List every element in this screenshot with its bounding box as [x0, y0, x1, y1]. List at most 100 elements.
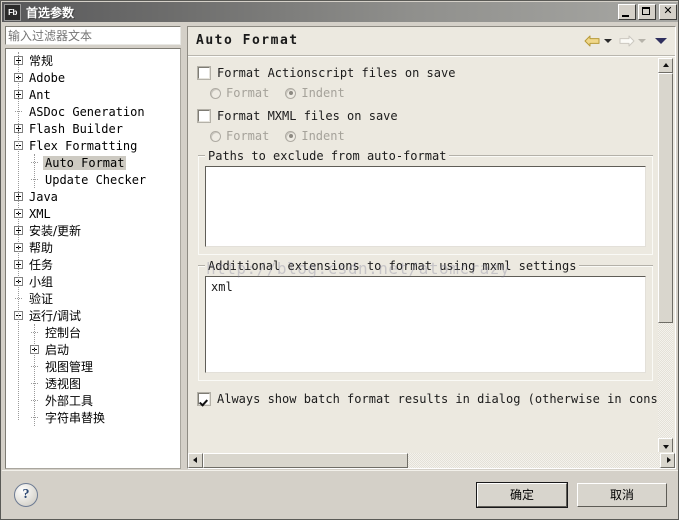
content-horizontal-scrollbar[interactable]	[188, 452, 675, 468]
page-title: Auto Format	[196, 33, 299, 48]
horizontal-scroll-track[interactable]	[203, 452, 660, 468]
sidebar-item-label: 验证	[29, 292, 54, 306]
flash-builder-app-icon: Fb	[4, 3, 21, 21]
format-mxml-on-save-row[interactable]: Format MXML files on save	[197, 107, 653, 125]
preferences-dialog: Fb 首选参数 ✕ 常规 Adobe Ant ASDoc Generation Flas…	[0, 0, 679, 520]
sidebar-item[interactable]: 帮助	[6, 239, 180, 256]
sidebar-item-label: Update Checker	[45, 172, 147, 187]
sidebar-item-label: Auto Format	[43, 155, 127, 170]
help-icon[interactable]: ?	[14, 482, 38, 507]
sidebar-item[interactable]: 启动	[6, 341, 180, 358]
horizontal-scroll-thumb[interactable]	[203, 452, 408, 468]
sidebar-item[interactable]: 任务	[6, 256, 180, 273]
vertical-scroll-track[interactable]	[658, 73, 673, 438]
sidebar-item-label: 常规	[29, 54, 54, 68]
preferences-sidebar: 常规 Adobe Ant ASDoc Generation Flash Builder F…	[5, 26, 181, 469]
sidebar-item-label: Flex Formatting	[29, 138, 138, 153]
sidebar-item[interactable]: 小组	[6, 273, 180, 290]
sidebar-item[interactable]: 视图管理	[6, 358, 180, 375]
format-actionscript-on-save-row[interactable]: Format Actionscript files on save	[197, 64, 653, 82]
forward-arrow-icon	[619, 35, 635, 46]
batch-results-checkbox[interactable]	[197, 392, 211, 406]
tree-guide-line	[34, 324, 35, 426]
format-actionscript-on-save-label: Format Actionscript files on save	[217, 66, 456, 80]
additional-extensions-textarea[interactable]: xml	[205, 276, 646, 373]
scroll-right-button[interactable]	[660, 452, 675, 468]
sidebar-item-label: ASDoc Generation	[29, 104, 145, 119]
tree-guide-line	[34, 154, 35, 188]
sidebar-item[interactable]: XML	[6, 205, 180, 222]
maximize-button[interactable]	[638, 4, 656, 20]
actionscript-format-radio-label: Format	[226, 86, 270, 100]
window-title: 首选参数	[26, 5, 75, 20]
page-menu-chevron-down-icon[interactable]	[655, 37, 667, 44]
header-separator	[188, 55, 675, 57]
exclude-paths-textarea[interactable]	[205, 166, 646, 247]
sidebar-item[interactable]: 常规	[6, 52, 180, 69]
close-button[interactable]: ✕	[659, 4, 677, 20]
sidebar-item-label: 运行/调试	[29, 309, 82, 323]
mxml-mode-radio-group: Format Indent	[198, 127, 653, 145]
filter-input[interactable]	[5, 26, 181, 45]
sidebar-item-label: 安装/更新	[29, 224, 82, 238]
sidebar-item[interactable]: 验证	[6, 290, 180, 307]
sidebar-item[interactable]: Flex Formatting	[6, 137, 180, 154]
cancel-button[interactable]: 取消	[577, 482, 667, 507]
sidebar-item[interactable]: Adobe	[6, 69, 180, 86]
preferences-tree[interactable]: 常规 Adobe Ant ASDoc Generation Flash Builder F…	[5, 48, 181, 469]
mxml-format-radio	[210, 130, 221, 142]
scroll-up-button[interactable]	[658, 58, 673, 73]
sidebar-item-label: 帮助	[29, 241, 54, 255]
forward-history-chevron-down-icon	[638, 38, 646, 43]
batch-results-row[interactable]: Always show batch format results in dial…	[197, 390, 661, 408]
format-mxml-on-save-checkbox[interactable]	[197, 109, 211, 123]
sidebar-item[interactable]: Java	[6, 188, 180, 205]
sidebar-item-label: 小组	[29, 275, 54, 289]
sidebar-item-label: 字符串替换	[45, 411, 106, 425]
back-arrow-icon[interactable]	[584, 34, 601, 48]
page-content: Format Actionscript files on save Format…	[188, 58, 661, 453]
dialog-footer: ? 确定 取消	[2, 470, 678, 518]
sidebar-item[interactable]: Flash Builder	[6, 120, 180, 137]
format-mxml-on-save-label: Format MXML files on save	[217, 109, 398, 123]
title-bar: Fb 首选参数 ✕	[2, 2, 678, 22]
sidebar-item-label: XML	[29, 206, 51, 221]
sidebar-item-label: 控制台	[45, 326, 82, 340]
mxml-indent-radio-label: Indent	[301, 129, 345, 143]
additional-extensions-group: Additional extensions to format using mx…	[198, 259, 653, 381]
sidebar-item-label: Java	[29, 189, 58, 204]
exclude-paths-group-title: Paths to exclude from auto-format	[205, 149, 450, 163]
sidebar-item-label: 视图管理	[45, 360, 94, 374]
sidebar-item[interactable]: 控制台	[6, 324, 180, 341]
content-vertical-scrollbar[interactable]	[658, 58, 673, 453]
sidebar-item-label: Ant	[29, 87, 51, 102]
sidebar-item[interactable]: Ant	[6, 86, 180, 103]
mxml-indent-radio	[285, 130, 297, 142]
mxml-format-radio-label: Format	[226, 129, 270, 143]
sidebar-item[interactable]: Update Checker	[6, 171, 180, 188]
sidebar-item[interactable]: ASDoc Generation	[6, 103, 180, 120]
sidebar-item[interactable]: 外部工具	[6, 392, 180, 409]
ok-button[interactable]: 确定	[476, 481, 568, 508]
vertical-scroll-thumb[interactable]	[658, 73, 673, 323]
sidebar-item-label: 透视图	[45, 377, 82, 391]
actionscript-indent-radio-label: Indent	[301, 86, 345, 100]
actionscript-format-radio	[210, 87, 221, 99]
format-actionscript-on-save-checkbox[interactable]	[197, 66, 211, 80]
scroll-left-button[interactable]	[188, 452, 203, 468]
sidebar-item[interactable]: 运行/调试	[6, 307, 180, 324]
exclude-paths-group: Paths to exclude from auto-format	[198, 149, 653, 255]
actionscript-mode-radio-group: Format Indent	[198, 84, 653, 102]
preference-page: Auto Format Format Actionscript files on…	[187, 26, 676, 469]
sidebar-item[interactable]: 安装/更新	[6, 222, 180, 239]
page-header: Auto Format	[188, 27, 675, 54]
minimize-button[interactable]	[618, 4, 636, 20]
back-history-chevron-down-icon[interactable]	[604, 38, 612, 43]
tree-guide-line	[18, 52, 19, 420]
sidebar-item[interactable]: 字符串替换	[6, 409, 180, 426]
sidebar-item[interactable]: 透视图	[6, 375, 180, 392]
sidebar-item[interactable]: Auto Format	[6, 154, 180, 171]
scroll-down-button[interactable]	[658, 438, 673, 453]
minimize-icon	[622, 15, 629, 17]
additional-extensions-group-title: Additional extensions to format using mx…	[205, 259, 580, 273]
